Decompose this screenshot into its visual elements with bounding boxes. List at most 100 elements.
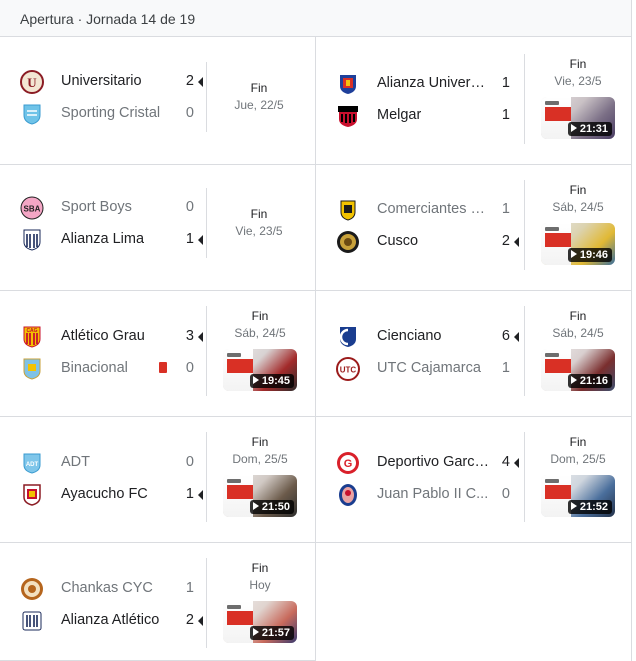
winner-indicator-icon xyxy=(198,235,203,245)
match-card-atletico-grau-binacional[interactable]: CAG Atlético Grau 3 Binacional 0 Fin Sáb… xyxy=(0,290,316,416)
team-name: UTC Cajamarca xyxy=(377,360,481,376)
sport-boys-crest-icon: SBA xyxy=(20,196,44,220)
match-status: Fin Sáb, 24/5 xyxy=(533,309,623,340)
broadcaster-logo-icon xyxy=(545,353,559,357)
match-card-chankas-cyc-alianza-atletico[interactable]: Chankas CYC 1 Alianza Atlético 2 Fin Hoy… xyxy=(0,542,316,660)
team-score: 0 xyxy=(501,486,510,502)
svg-text:UTC: UTC xyxy=(340,366,357,375)
team-name: Melgar xyxy=(377,107,422,123)
match-status: Fin Sáb, 24/5 xyxy=(215,309,305,340)
team-score: 0 xyxy=(185,105,194,121)
chankas-cyc-crest-icon xyxy=(21,578,43,600)
video-duration-badge: 21:52 xyxy=(567,500,612,514)
binacional-crest-icon xyxy=(23,358,41,380)
score-status-separator xyxy=(524,180,525,270)
adt-crest-icon: ADT xyxy=(23,453,41,474)
broadcaster-logo-icon xyxy=(545,227,559,231)
team-score: 6 xyxy=(501,328,510,344)
score-status-separator xyxy=(206,188,207,258)
home-team-row: U Universitario 2 xyxy=(20,70,210,94)
status-label: Fin xyxy=(251,561,269,575)
team-name: Juan Pablo II C... xyxy=(377,486,489,502)
video-highlight-thumbnail[interactable]: 19:45 xyxy=(223,349,297,391)
video-highlight-thumbnail[interactable]: 19:46 xyxy=(541,223,615,265)
match-date: Dom, 25/5 xyxy=(550,452,606,466)
competition-header: Apertura · Jornada 14 de 19 xyxy=(0,0,632,37)
video-duration-badge: 21:50 xyxy=(249,500,294,514)
team-score: 1 xyxy=(185,231,194,247)
match-date: Sáb, 24/5 xyxy=(234,326,286,340)
status-label: Fin xyxy=(569,57,587,71)
score-status-separator xyxy=(524,306,525,396)
utc-cajamarca-crest-icon: UTC xyxy=(336,357,360,381)
team-name: Alianza Lima xyxy=(61,231,145,247)
team-score: 1 xyxy=(501,107,510,123)
video-highlight-thumbnail[interactable]: 21:50 xyxy=(223,475,297,517)
video-duration-badge: 21:57 xyxy=(249,626,294,640)
melgar-crest-icon xyxy=(338,106,358,127)
team-name: Sport Boys xyxy=(61,199,132,215)
match-date: Hoy xyxy=(249,578,271,592)
play-icon xyxy=(570,376,577,385)
match-card-sport-boys-alianza-lima[interactable]: SBA Sport Boys 0 Alianza Lima 1 Fin Vie,… xyxy=(0,164,316,290)
play-icon xyxy=(570,502,577,511)
video-highlight-thumbnail[interactable]: 21:57 xyxy=(223,601,297,643)
home-team-row: SBA Sport Boys 0 xyxy=(20,196,210,220)
sporting-cristal-crest-icon xyxy=(23,104,41,125)
match-date: Vie, 23/5 xyxy=(235,224,283,238)
winner-indicator-icon xyxy=(198,77,203,87)
home-team-row: G Deportivo Garcil... 4 xyxy=(336,451,526,475)
ayacucho-fc-crest-icon xyxy=(23,484,41,506)
match-card-alianza-universidad-melgar[interactable]: Alianza Universi... 1 Melgar 1 Fin Vie, … xyxy=(316,38,632,164)
home-team-row: Chankas CYC 1 xyxy=(20,577,210,601)
team-score: 1 xyxy=(501,201,510,217)
status-label: Fin xyxy=(569,183,587,197)
deportivo-garcilaso-crest-icon: G xyxy=(337,452,359,474)
video-duration-badge: 19:46 xyxy=(567,248,612,262)
match-card-adt-ayacucho-fc[interactable]: ADT ADT 0 Ayacucho FC 1 Fin Dom, 25/5 21… xyxy=(0,416,316,542)
winner-indicator-icon xyxy=(198,490,203,500)
match-date: Dom, 25/5 xyxy=(232,452,288,466)
away-team-row: Alianza Atlético 2 xyxy=(20,609,210,633)
team-score: 1 xyxy=(501,360,510,376)
red-card-icon xyxy=(159,362,167,373)
svg-text:CAG: CAG xyxy=(26,328,37,334)
cusco-crest-icon xyxy=(337,231,359,253)
away-team-row: Cusco 2 xyxy=(336,230,526,254)
match-status: Fin Dom, 25/5 xyxy=(215,435,305,466)
team-score: 2 xyxy=(185,612,194,628)
away-team-row: Alianza Lima 1 xyxy=(20,228,210,252)
match-card-cienciano-utc-cajamarca[interactable]: Cienciano 6 UTC UTC Cajamarca 1 Fin Sáb,… xyxy=(316,290,632,416)
away-team-row: Melgar 1 xyxy=(336,104,526,128)
play-icon xyxy=(252,628,259,637)
video-highlight-thumbnail[interactable]: 21:31 xyxy=(541,97,615,139)
alianza-universidad-crest-icon xyxy=(340,75,356,94)
score-status-separator xyxy=(206,306,207,396)
score-status-separator xyxy=(206,558,207,648)
team-score: 0 xyxy=(185,199,194,215)
match-card-deportivo-garcilaso-juan-pablo-ii[interactable]: G Deportivo Garcil... 4 Juan Pablo II C.… xyxy=(316,416,632,542)
status-label: Fin xyxy=(250,207,268,221)
status-label: Fin xyxy=(251,435,269,449)
video-duration-badge: 19:45 xyxy=(249,374,294,388)
team-score: 1 xyxy=(185,486,194,502)
team-score: 1 xyxy=(185,580,194,596)
away-team-row: UTC UTC Cajamarca 1 xyxy=(336,357,526,381)
status-label: Fin xyxy=(569,435,587,449)
match-card-comerciantes-unidos-cusco[interactable]: Comerciantes U... 1 Cusco 2 Fin Sáb, 24/… xyxy=(316,164,632,290)
play-icon xyxy=(252,376,259,385)
team-name: ADT xyxy=(61,454,90,470)
team-score: 0 xyxy=(185,360,194,376)
video-highlight-thumbnail[interactable]: 21:16 xyxy=(541,349,615,391)
broadcaster-logo-icon xyxy=(545,101,559,105)
home-team-row: CAG Atlético Grau 3 xyxy=(20,325,210,349)
atletico-grau-crest-icon: CAG xyxy=(23,326,41,348)
away-team-row: Sporting Cristal 0 xyxy=(20,102,210,126)
winner-indicator-icon xyxy=(514,332,519,342)
match-card-universitario-sporting-cristal[interactable]: U Universitario 2 Sporting Cristal 0 Fin… xyxy=(0,38,316,164)
winner-indicator-icon xyxy=(198,616,203,626)
away-team-row: Ayacucho FC 1 xyxy=(20,483,210,507)
team-score: 0 xyxy=(185,454,194,470)
competition-round-title: Apertura · Jornada 14 de 19 xyxy=(20,11,196,27)
video-highlight-thumbnail[interactable]: 21:52 xyxy=(541,475,615,517)
